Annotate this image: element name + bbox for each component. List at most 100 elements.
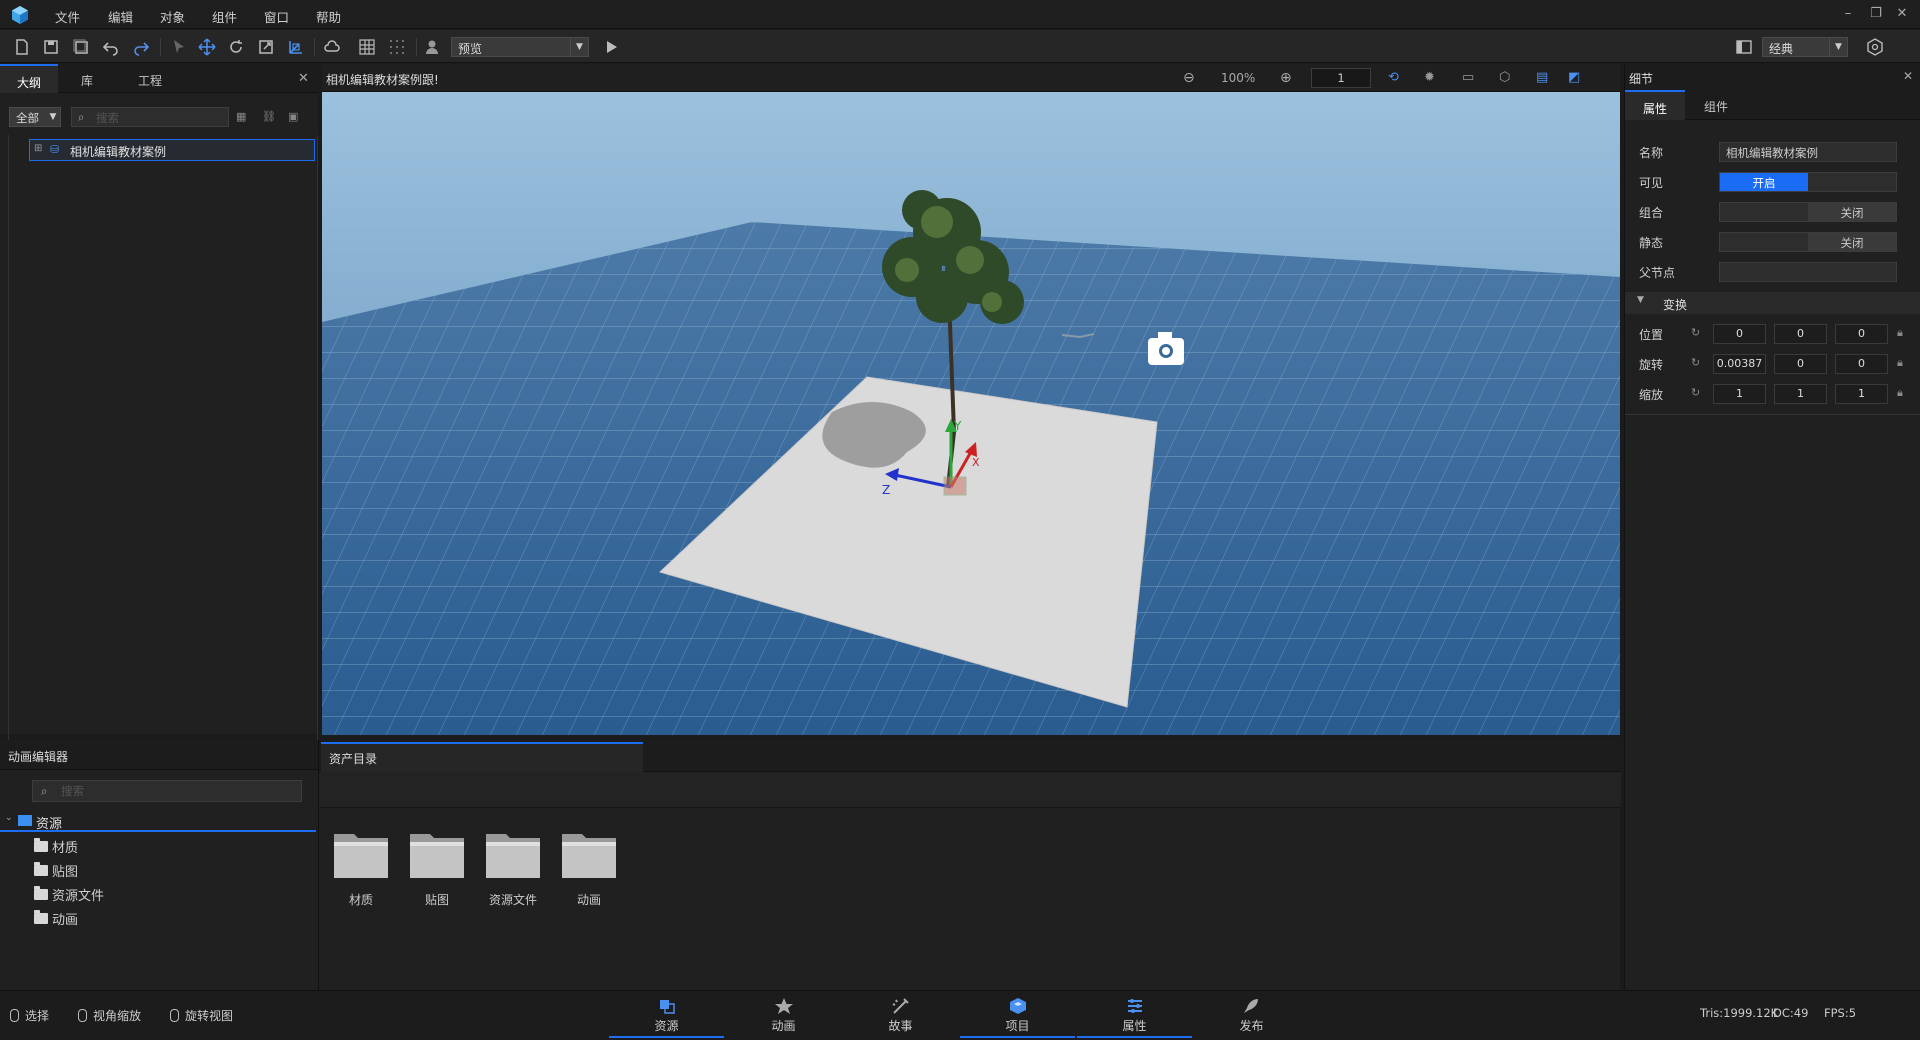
move-icon[interactable] [196,36,218,58]
grid-icon[interactable] [356,36,378,58]
tree-item-textures[interactable]: 贴图 [34,861,78,880]
settings-hex-icon[interactable] [1864,36,1886,58]
menu-component[interactable]: 组件 [212,7,237,26]
position-x[interactable]: 0 [1713,324,1766,344]
sync-icon[interactable]: ⟲ [1388,70,1399,85]
tree-item-resource-files[interactable]: 资源文件 [34,885,104,904]
lock-icon[interactable]: 🔒︎ [1897,356,1903,370]
reset-icon[interactable]: ↻ [1691,386,1700,399]
close-icon[interactable]: ✕ [1894,6,1910,21]
rotation-label: 旋转 [1639,358,1664,372]
tab-library[interactable]: 库 [58,64,116,93]
outline-search-input[interactable]: ⌕ 搜索 [71,107,229,127]
bottom-tab-publish[interactable]: 发布 [1194,993,1309,1038]
asset-folder-resource-files[interactable]: 资源文件 [481,828,545,908]
avatar-icon[interactable] [421,36,443,58]
menu-help[interactable]: 帮助 [316,7,341,26]
preview-select[interactable]: 预览 ▼ [451,37,589,57]
bottom-tab-properties[interactable]: 属性 [1077,993,1192,1038]
play-icon[interactable] [600,36,622,58]
layout-select[interactable]: 经典 ▼ [1762,37,1848,57]
dot-grid-icon[interactable] [386,36,408,58]
scale-y[interactable]: 1 [1774,384,1827,404]
lock-icon[interactable]: 🔒︎ [1897,386,1903,400]
group-toggle[interactable]: 关闭 [1719,202,1897,222]
position-z[interactable]: 0 [1835,324,1888,344]
menu-object[interactable]: 对象 [160,7,185,26]
asset-folder-materials[interactable]: 材质 [329,828,393,908]
undo-icon[interactable] [100,36,122,58]
name-input[interactable]: 相机编辑教材案例 [1719,142,1897,162]
cube-icon[interactable]: ⬡ [1499,70,1510,85]
parent-input[interactable] [1719,262,1897,282]
bottom-tab-project[interactable]: 项目 [960,993,1075,1038]
visible-label: 可见 [1639,176,1664,190]
perspective-icon[interactable]: ▤ [1536,70,1548,85]
image-icon[interactable]: ▣ [288,110,298,123]
save-icon[interactable] [40,36,62,58]
tree-item-resources[interactable]: ⌄ 资源 [0,810,316,832]
filter-select[interactable]: 全部 ▼ [9,107,61,127]
cloud-icon[interactable] [321,36,343,58]
reset-icon[interactable]: ↻ [1691,356,1700,369]
asset-folder-textures[interactable]: 贴图 [405,828,469,908]
tab-project[interactable]: 工程 [116,64,184,93]
grid-toggle-icon[interactable]: ◩ [1568,70,1580,85]
scale-z[interactable]: 1 [1835,384,1888,404]
new-file-icon[interactable] [11,36,33,58]
rotation-z[interactable]: 0 [1835,354,1888,374]
tab-outline[interactable]: 大纲 [0,64,58,93]
camera-icon[interactable]: ▭ [1462,70,1474,85]
tree-item-materials[interactable]: 材质 [34,837,78,856]
link-icon[interactable]: ⛓ [262,110,276,123]
tab-properties[interactable]: 属性 [1625,90,1685,120]
scale-label: 缩放 [1639,388,1664,402]
axis-z-label: Z [882,483,890,497]
tree-item-animations[interactable]: 动画 [34,909,78,928]
layout-icon[interactable] [1733,36,1755,58]
rotation-x[interactable]: 0.00387 [1713,354,1766,374]
tree-item-root[interactable]: ⊞ ⛁ 相机编辑教材案例 [29,139,315,161]
transform-gizmo-icon[interactable] [285,36,307,58]
viewport-header: 相机编辑教材案例跟! ⊖ 100% ⊕ 1 ⟲ ✹ ▭ ⬡ ▤ ◩ [322,64,1620,92]
asset-search-input[interactable]: ⌕ 搜索 [32,780,302,802]
menu-edit[interactable]: 编辑 [108,7,133,26]
sun-icon[interactable]: ✹ [1424,70,1435,85]
zoom-out-icon[interactable]: ⊖ [1183,70,1195,86]
restore-icon[interactable]: ❐ [1868,6,1884,21]
frame-input[interactable]: 1 [1311,68,1371,88]
menu-file[interactable]: 文件 [55,7,80,26]
reset-icon[interactable]: ↻ [1691,326,1700,339]
lock-icon[interactable]: 🔒︎ [1897,326,1903,340]
static-toggle[interactable]: 关闭 [1719,232,1897,252]
folder-icon [486,834,540,878]
transform-section-header[interactable]: ▼ 变换 [1625,292,1920,314]
scale-icon[interactable] [255,36,277,58]
parent-label: 父节点 [1639,266,1676,280]
scale-x[interactable]: 1 [1713,384,1766,404]
expand-icon[interactable]: ⊞ [34,143,42,154]
asset-folder-label: 资源文件 [488,893,537,907]
close-icon[interactable]: ✕ [298,71,309,86]
zoom-in-icon[interactable]: ⊕ [1280,70,1292,86]
minimize-icon[interactable]: – [1840,6,1856,21]
select-arrow-icon[interactable] [168,36,190,58]
position-y[interactable]: 0 [1774,324,1827,344]
save-all-icon[interactable] [70,36,92,58]
bottom-tab-animation[interactable]: 动画 [726,993,841,1038]
tab-asset-directory[interactable]: 资产目录 [321,742,643,772]
bottom-tab-story[interactable]: 故事 [843,993,958,1038]
add-node-icon[interactable]: ▦ [236,110,246,123]
tab-components[interactable]: 组件 [1685,90,1747,120]
redo-icon[interactable] [130,36,152,58]
fps-counter: FPS:5 [1824,1006,1857,1020]
menu-window[interactable]: 窗口 [264,7,289,26]
asset-folder-animations[interactable]: 动画 [557,828,621,908]
rotate-icon[interactable] [225,36,247,58]
rotation-y[interactable]: 0 [1774,354,1827,374]
scene-viewport[interactable]: Y Z X [322,92,1620,735]
visible-toggle[interactable]: 开启 [1719,172,1897,192]
bottom-tab-resources[interactable]: 资源 [609,993,724,1038]
close-icon[interactable]: ✕ [1903,69,1913,83]
sliders-icon [1127,999,1142,1013]
